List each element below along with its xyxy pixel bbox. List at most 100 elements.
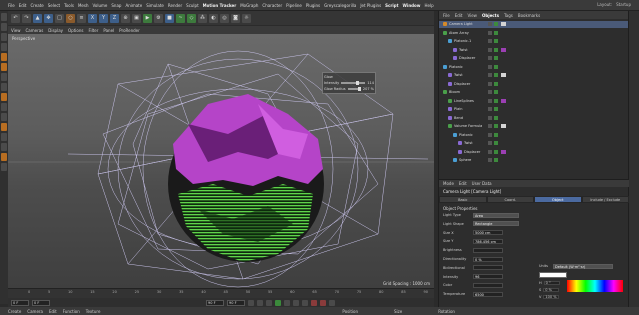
render-settings-icon[interactable]: ⚙ bbox=[154, 13, 163, 23]
enable-check-icon[interactable] bbox=[494, 39, 498, 44]
object-row[interactable]: Bloom bbox=[439, 89, 629, 96]
object-row[interactable]: Camera Light bbox=[439, 21, 629, 28]
object-tab-file[interactable]: File bbox=[443, 13, 450, 18]
attribute-tab-include-exclude[interactable]: Include / Exclude bbox=[581, 196, 629, 203]
enable-check-icon[interactable] bbox=[494, 47, 498, 52]
color-component-row[interactable]: V 100 % bbox=[539, 294, 560, 299]
menu-item-select[interactable]: Select bbox=[48, 3, 60, 8]
menu-item-create[interactable]: Create bbox=[30, 3, 43, 8]
viewport-menu-panel[interactable]: Panel bbox=[103, 28, 114, 33]
attribute-value[interactable] bbox=[473, 247, 503, 253]
object-row[interactable]: Plain bbox=[439, 106, 629, 113]
menu-item-snap[interactable]: Snap bbox=[111, 3, 121, 8]
hud-slider[interactable] bbox=[341, 81, 366, 85]
object-tab-tags[interactable]: Tags bbox=[504, 13, 513, 18]
start-frame-field[interactable]: 0 F bbox=[32, 299, 50, 306]
enable-check-icon[interactable] bbox=[494, 98, 498, 103]
enable-check-icon[interactable] bbox=[494, 158, 498, 163]
layout-selector[interactable]: Layout: Startup bbox=[597, 2, 631, 7]
keyframe-icon[interactable] bbox=[329, 299, 335, 306]
record-icon[interactable] bbox=[311, 299, 317, 306]
enable-check-icon[interactable] bbox=[494, 149, 498, 154]
visibility-toggle-icon[interactable] bbox=[488, 22, 492, 27]
hud-slider-knob[interactable] bbox=[357, 87, 361, 91]
rotate-icon[interactable]: ○ bbox=[66, 13, 75, 23]
enable-check-icon[interactable] bbox=[494, 56, 498, 61]
light-icon[interactable]: ☼ bbox=[242, 13, 251, 23]
enable-check-icon[interactable] bbox=[494, 124, 498, 129]
tool-icon[interactable] bbox=[1, 103, 7, 111]
object-tab-view[interactable]: View bbox=[467, 13, 477, 18]
attribute-row[interactable]: Size X 5000 cm bbox=[443, 230, 543, 236]
menu-item-tools[interactable]: Tools bbox=[64, 3, 74, 8]
tag-icon[interactable] bbox=[501, 73, 506, 78]
attribute-row[interactable]: Size Y 786.456 cm bbox=[443, 238, 543, 244]
object-row[interactable]: Twist bbox=[439, 72, 629, 79]
visibility-toggle-icon[interactable] bbox=[488, 115, 492, 120]
attribute-value[interactable]: 6500 bbox=[473, 291, 503, 297]
menu-item-mograph[interactable]: MoGraph bbox=[240, 3, 258, 8]
max-frame-field[interactable]: 90 F bbox=[227, 299, 245, 306]
object-row[interactable]: Sphere bbox=[439, 157, 629, 164]
color-component-row[interactable]: S0 % bbox=[539, 287, 560, 292]
viewport-menu-display[interactable]: Display bbox=[48, 28, 63, 33]
object-row[interactable]: Twist bbox=[439, 47, 629, 54]
object-tab-objects[interactable]: Objects bbox=[482, 13, 499, 18]
attribute-value[interactable] bbox=[473, 282, 503, 288]
tool-icon[interactable] bbox=[1, 143, 7, 151]
enable-check-icon[interactable] bbox=[494, 90, 498, 95]
hud-row-radius[interactable]: Glow Radius 207 % bbox=[324, 86, 374, 92]
viewport-menu-options[interactable]: Options bbox=[68, 28, 83, 33]
tool-icon[interactable] bbox=[1, 113, 7, 121]
undo-icon[interactable]: ↶ bbox=[11, 13, 20, 23]
spline-icon[interactable]: ~ bbox=[176, 13, 185, 23]
visibility-toggle-icon[interactable] bbox=[488, 149, 492, 154]
attribute-value[interactable]: 96 bbox=[473, 274, 503, 280]
enable-check-icon[interactable] bbox=[494, 64, 498, 69]
visibility-toggle-icon[interactable] bbox=[488, 47, 492, 52]
scale-icon[interactable]: □ bbox=[55, 13, 64, 23]
attribute-value[interactable]: Rectangle bbox=[473, 221, 519, 227]
visibility-toggle-icon[interactable] bbox=[488, 107, 492, 112]
menu-item-pipeline[interactable]: Pipeline bbox=[286, 3, 302, 8]
attribute-tab-object[interactable]: Object bbox=[534, 196, 582, 203]
bottom-menu-camera[interactable]: Camera bbox=[27, 309, 43, 314]
menu-item-volume[interactable]: Volume bbox=[92, 3, 107, 8]
color-component-value[interactable]: 100 % bbox=[543, 294, 560, 299]
object-row[interactable]: Bend bbox=[439, 115, 629, 122]
menu-item-character[interactable]: Character bbox=[262, 3, 282, 8]
tool-icon[interactable] bbox=[1, 43, 7, 51]
tag-icon[interactable] bbox=[501, 149, 506, 154]
attribute-row[interactable]: Color bbox=[443, 282, 543, 288]
nurbs-icon[interactable]: ◇ bbox=[187, 13, 196, 23]
attribute-value[interactable]: Area bbox=[473, 212, 519, 218]
coord-system-icon[interactable]: ⊕ bbox=[121, 13, 130, 23]
menu-item-plugins[interactable]: Plugins bbox=[306, 3, 320, 8]
menu-item-simulate[interactable]: Simulate bbox=[146, 3, 164, 8]
color-component-value[interactable]: 0 ° bbox=[543, 280, 560, 285]
viewport-menu-cameras[interactable]: Cameras bbox=[26, 28, 44, 33]
tool-icon[interactable] bbox=[1, 93, 7, 101]
glow-hud[interactable]: Glow Intensity 114 Glow Radius 207 % bbox=[322, 72, 376, 94]
tag-icon[interactable] bbox=[501, 47, 506, 52]
attribute-value[interactable]: 0 % bbox=[473, 256, 503, 262]
object-row[interactable]: Platonic bbox=[439, 132, 629, 139]
attribute-row[interactable]: Temperature 6500 bbox=[443, 291, 543, 297]
menu-item-script[interactable]: Script bbox=[385, 3, 398, 8]
hud-slider[interactable] bbox=[347, 87, 361, 91]
attribute-menu-edit[interactable]: Edit bbox=[459, 181, 467, 186]
color-component-row[interactable]: H0 ° bbox=[539, 280, 560, 285]
object-row[interactable]: Platonic bbox=[439, 64, 629, 71]
menu-item-animate[interactable]: Animate bbox=[125, 3, 142, 8]
attribute-value[interactable]: 786.456 cm bbox=[473, 238, 503, 244]
visibility-toggle-icon[interactable] bbox=[488, 124, 492, 129]
tool-icon[interactable] bbox=[1, 53, 7, 61]
recent-tools-icon[interactable]: ≡ bbox=[77, 13, 86, 23]
enable-check-icon[interactable] bbox=[494, 22, 498, 27]
prev-key-icon[interactable] bbox=[257, 299, 263, 306]
tool-icon[interactable] bbox=[1, 153, 7, 161]
object-tab-bookmarks[interactable]: Bookmarks bbox=[518, 13, 540, 18]
layout-value[interactable]: Startup bbox=[616, 2, 631, 7]
object-row[interactable]: Displacer bbox=[439, 81, 629, 88]
deformer-icon[interactable]: ◐ bbox=[209, 13, 218, 23]
